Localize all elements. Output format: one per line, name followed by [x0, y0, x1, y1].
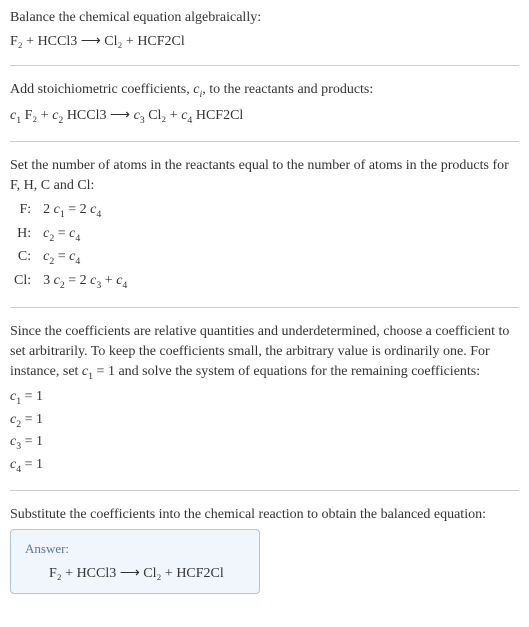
balance-eq: 3 c2 = 2 c3 + c4	[39, 270, 131, 294]
balance-eq: c2 = c4	[39, 246, 131, 270]
section-atoms: Set the number of atoms in the reactants…	[10, 156, 519, 293]
element-label: H:	[10, 223, 39, 247]
balance-eq: 2 c1 = 2 c4	[39, 199, 131, 223]
atom-balance-table: F: 2 c1 = 2 c4 H: c2 = c4 C: c2 = c4 Cl:…	[10, 199, 131, 293]
table-row: H: c2 = c4	[10, 223, 131, 247]
divider	[10, 65, 519, 66]
stoich-equation: c1 F₂ + c2 HCCl3 ⟶ c3 Cl₂ + c4 HCF2Cl	[10, 106, 519, 128]
element-label: Cl:	[10, 270, 39, 294]
element-label: C:	[10, 246, 39, 270]
stoich-title: Add stoichiometric coefficients, ci, to …	[10, 80, 519, 102]
answer-box: Answer: F₂ + HCCl3 ⟶ Cl₂ + HCF2Cl	[10, 529, 260, 595]
atoms-title: Set the number of atoms in the reactants…	[10, 156, 519, 195]
result-title: Substitute the coefficients into the che…	[10, 505, 519, 525]
list-item: c4 = 1	[10, 455, 519, 477]
divider	[10, 307, 519, 308]
coefficient-list: c1 = 1 c2 = 1 c3 = 1 c4 = 1	[10, 387, 519, 476]
divider	[10, 141, 519, 142]
list-item: c2 = 1	[10, 410, 519, 432]
problem-title: Balance the chemical equation algebraica…	[10, 8, 519, 28]
section-stoich: Add stoichiometric coefficients, ci, to …	[10, 80, 519, 127]
section-result: Substitute the coefficients into the che…	[10, 505, 519, 594]
divider	[10, 490, 519, 491]
balance-eq: c2 = c4	[39, 223, 131, 247]
table-row: F: 2 c1 = 2 c4	[10, 199, 131, 223]
section-problem: Balance the chemical equation algebraica…	[10, 8, 519, 51]
section-solve: Since the coefficients are relative quan…	[10, 322, 519, 476]
table-row: C: c2 = c4	[10, 246, 131, 270]
unbalanced-equation: F₂ + HCCl3 ⟶ Cl₂ + HCF2Cl	[10, 32, 519, 52]
solve-text: Since the coefficients are relative quan…	[10, 322, 519, 383]
answer-label: Answer:	[25, 540, 245, 558]
element-label: F:	[10, 199, 39, 223]
balanced-equation: F₂ + HCCl3 ⟶ Cl₂ + HCF2Cl	[25, 564, 245, 584]
list-item: c3 = 1	[10, 432, 519, 454]
table-row: Cl: 3 c2 = 2 c3 + c4	[10, 270, 131, 294]
list-item: c1 = 1	[10, 387, 519, 409]
